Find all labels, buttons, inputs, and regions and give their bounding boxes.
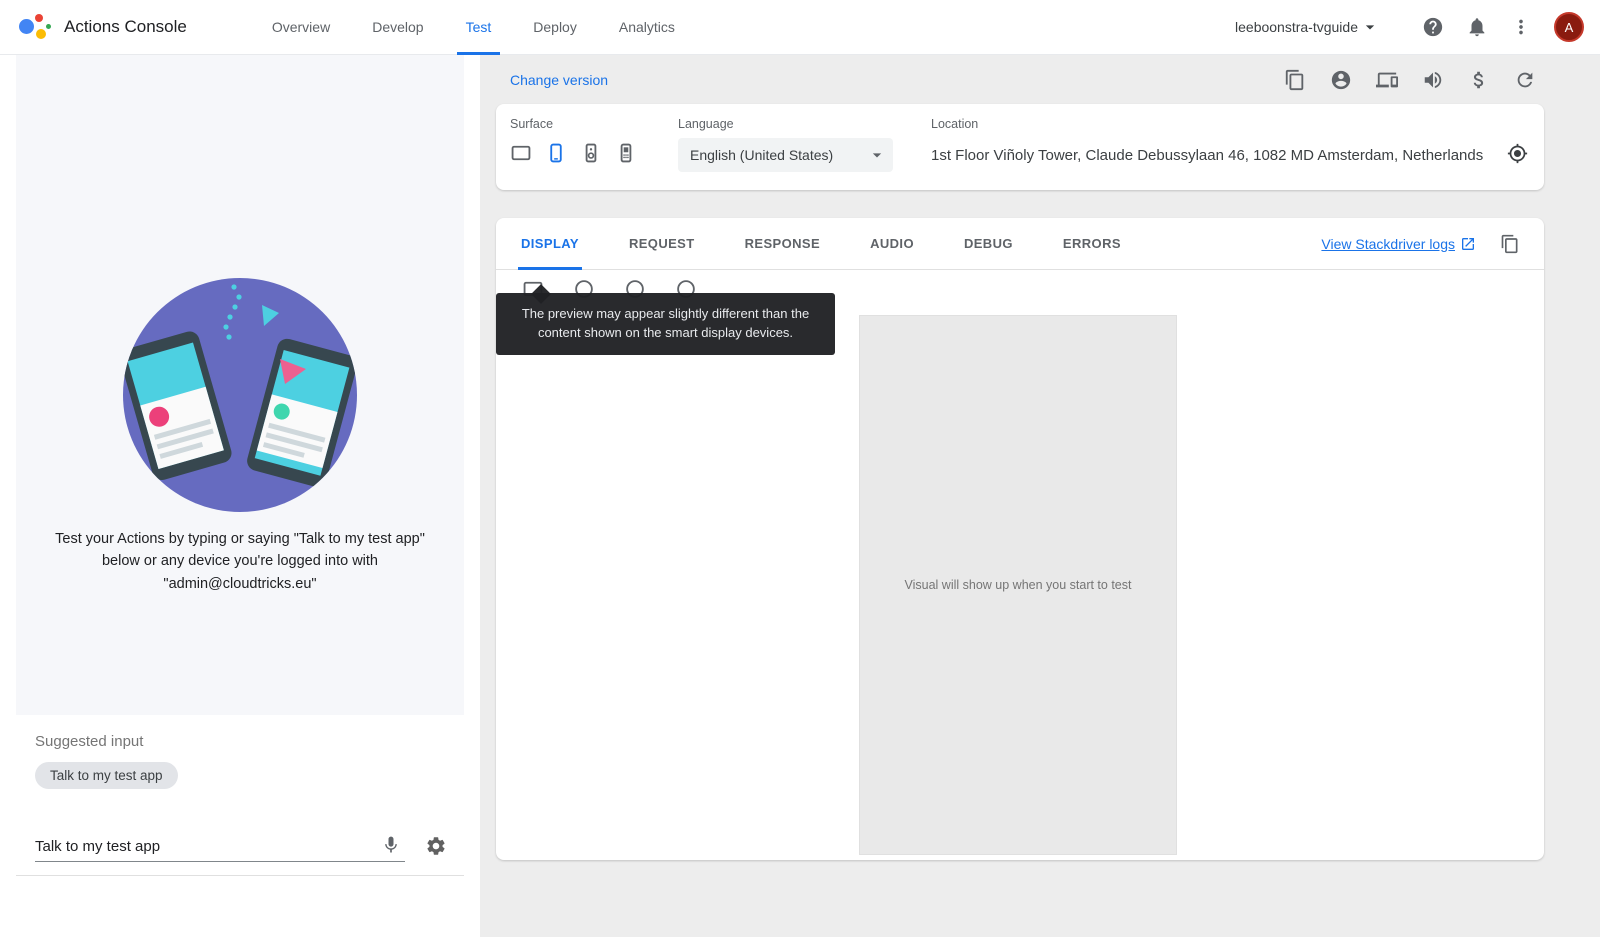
user-avatar[interactable]: A [1554,12,1584,42]
copy-icon[interactable] [1276,61,1314,99]
billing-icon[interactable] [1460,61,1498,99]
stackdriver-logs-link[interactable]: View Stackdriver logs [1321,236,1476,252]
header-actions: leeboonstra-tvguide A [1235,8,1584,46]
app-title: Actions Console [64,17,187,37]
top-nav: Overview Develop Test Deploy Analytics [251,0,696,55]
account-icon[interactable] [1322,61,1360,99]
help-icon[interactable] [1414,8,1452,46]
smart-display-surface-icon[interactable] [510,142,532,164]
chevron-down-icon [867,145,887,165]
simulator-input[interactable] [35,838,377,855]
kaios-phone-surface-icon[interactable] [615,142,637,164]
simulator-input-row [35,835,460,862]
nav-analytics[interactable]: Analytics [598,0,696,55]
tab-display[interactable]: DISPLAY [496,218,604,270]
location-label: Location [931,117,1530,131]
results-tabbar: DISPLAY REQUEST RESPONSE AUDIO DEBUG ERR… [496,218,1544,270]
simulator-instructions: Test your Actions by typing or saying "T… [16,528,464,595]
copy-display-icon[interactable] [1492,226,1528,262]
tab-request[interactable]: REQUEST [604,218,720,270]
notifications-icon[interactable] [1458,8,1496,46]
surface-options [510,142,678,164]
my-location-icon[interactable] [1505,141,1530,169]
nav-overview[interactable]: Overview [251,0,351,55]
test-illustration [122,277,358,513]
display-tab-content: The preview may appear slightly differen… [496,270,1544,859]
workspace-toolbar: Change version [496,55,1544,104]
preview-tooltip: The preview may appear slightly differen… [496,293,835,355]
app-header: Actions Console Overview Develop Test De… [0,0,1600,55]
open-in-new-icon [1460,236,1476,252]
tab-audio[interactable]: AUDIO [845,218,939,270]
volume-icon[interactable] [1414,61,1452,99]
assistant-logo-icon [16,9,52,45]
settings-gear-icon[interactable] [425,835,447,862]
suggested-input-label: Suggested input [35,733,460,750]
nav-test[interactable]: Test [445,0,513,55]
visual-preview-area: Visual will show up when you start to te… [859,315,1177,855]
language-select[interactable]: English (United States) [678,138,893,172]
tab-response[interactable]: RESPONSE [720,218,845,270]
chevron-down-icon [1360,17,1380,37]
speaker-surface-icon[interactable] [580,142,602,164]
stackdriver-logs-label: View Stackdriver logs [1321,236,1455,252]
suggestion-chip[interactable]: Talk to my test app [35,762,178,789]
project-name: leeboonstra-tvguide [1235,19,1358,35]
language-value: English (United States) [690,147,867,163]
simulator-panel: Test your Actions by typing or saying "T… [0,55,480,937]
phone-surface-icon[interactable] [545,142,567,164]
language-label: Language [678,117,931,131]
location-value[interactable]: 1st Floor Viñoly Tower, Claude Debussyla… [931,147,1505,164]
change-version-link[interactable]: Change version [510,72,608,88]
simulator-canvas: Test your Actions by typing or saying "T… [16,55,464,715]
tab-debug[interactable]: DEBUG [939,218,1038,270]
refresh-icon[interactable] [1506,61,1544,99]
devices-icon[interactable] [1368,61,1406,99]
simulator-input-area: Suggested input Talk to my test app [16,715,464,862]
mic-icon[interactable] [377,835,405,858]
test-workspace: Change version [480,55,1600,937]
preview-placeholder: Visual will show up when you start to te… [905,578,1132,592]
surface-settings-card: Surface [496,104,1544,190]
nav-develop[interactable]: Develop [351,0,444,55]
tab-errors[interactable]: ERRORS [1038,218,1146,270]
project-selector[interactable]: leeboonstra-tvguide [1235,17,1380,37]
more-options-icon[interactable] [1502,8,1540,46]
results-card: DISPLAY REQUEST RESPONSE AUDIO DEBUG ERR… [496,218,1544,860]
nav-deploy[interactable]: Deploy [512,0,598,55]
surface-label: Surface [510,117,678,131]
